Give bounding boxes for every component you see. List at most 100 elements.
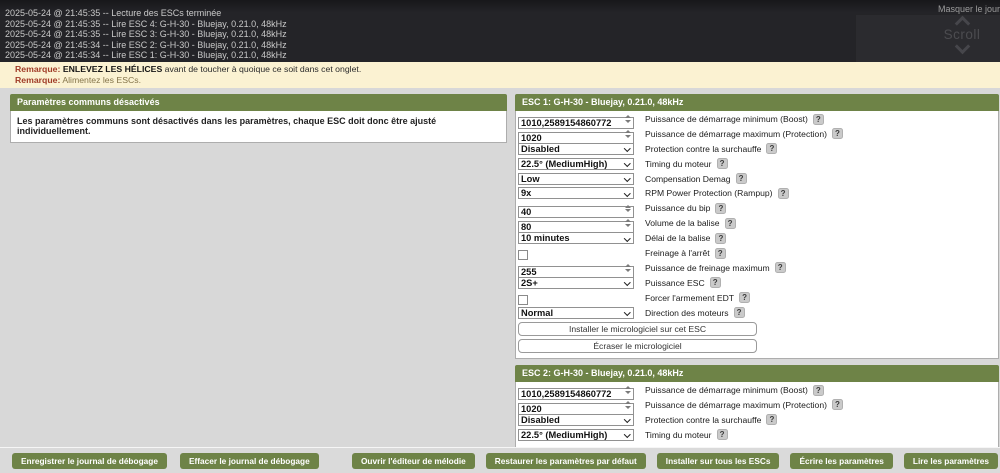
demag-compensation-select[interactable]: Low [518, 173, 634, 185]
chevron-down-icon [624, 145, 630, 151]
chevron-down-icon [624, 175, 630, 181]
spinner-icon[interactable] [624, 218, 632, 228]
help-icon[interactable]: ? [725, 218, 736, 229]
open-melody-editor-button[interactable]: Ouvrir l'éditeur de mélodie [352, 453, 475, 469]
field-row: 22.5° (MediumHigh) Timing du moteur ? [518, 158, 993, 170]
esc1-panel: ESC 1: G-H-30 - Bluejay, 0.21.0, 48kHz P… [515, 94, 999, 359]
note-emphasis: ENLEVEZ LES HÉLICES [63, 64, 162, 74]
field-label: Forcer l'armement EDT [645, 293, 734, 303]
help-icon[interactable]: ? [717, 158, 728, 169]
motor-timing-select[interactable]: 22.5° (MediumHigh) [518, 158, 634, 170]
field-row: 9x RPM Power Protection (Rampup) ? [518, 187, 993, 199]
chevron-down-icon [624, 235, 630, 241]
select-value: Disabled [521, 144, 560, 154]
esc2-panel: ESC 2: G-H-30 - Bluejay, 0.21.0, 48kHz P… [515, 365, 999, 448]
field-row: Normal Direction des moteurs ? [518, 307, 993, 319]
temperature-protection-select[interactable]: Disabled [518, 414, 634, 426]
select-value: Disabled [521, 415, 560, 425]
help-icon[interactable]: ? [715, 203, 726, 214]
spinner-icon[interactable] [624, 400, 632, 410]
field-label: Puissance du bip [645, 203, 710, 213]
select-value: 22.5° (MediumHigh) [521, 159, 607, 169]
help-icon[interactable]: ? [775, 262, 786, 273]
temperature-protection-select[interactable]: Disabled [518, 143, 634, 155]
chevron-down-icon [624, 160, 630, 166]
help-icon[interactable]: ? [710, 277, 721, 288]
spinner-icon[interactable] [624, 129, 632, 139]
field-row: Disabled Protection contre la surchauffe… [518, 143, 993, 155]
field-label: Protection contre la surchauffe [645, 144, 761, 154]
common-settings-title: Paramètres communs désactivés [10, 94, 507, 111]
field-row: 22.5° (MediumHigh) Timing du moteur ? [518, 429, 993, 441]
help-icon[interactable]: ? [813, 114, 824, 125]
esc1-title: ESC 1: G-H-30 - Bluejay, 0.21.0, 48kHz [515, 94, 999, 111]
field-label: Puissance de freinage maximum [645, 263, 770, 273]
help-icon[interactable]: ? [715, 233, 726, 244]
field-row: Puissance de démarrage minimum (Boost) ? [518, 113, 993, 125]
field-label: Puissance de démarrage maximum (Protecti… [645, 129, 827, 139]
log-scroll-indicator[interactable]: Scroll [936, 18, 988, 52]
field-label: Puissance de démarrage minimum (Boost) [645, 385, 808, 395]
motor-direction-select[interactable]: Normal [518, 307, 634, 319]
help-icon[interactable]: ? [717, 429, 728, 440]
chevron-down-icon [624, 309, 630, 315]
help-icon[interactable]: ? [832, 399, 843, 410]
help-icon[interactable]: ? [739, 292, 750, 303]
log-entry: 2025-05-24 @ 21:45:34 -- Lire ESC 1: G-H… [5, 50, 1000, 61]
help-icon[interactable]: ? [734, 307, 745, 318]
log-entry: 2025-05-24 @ 21:45:35 -- Lecture des ESC… [5, 8, 1000, 19]
field-label: Puissance de démarrage minimum (Boost) [645, 114, 808, 124]
select-value: 22.5° (MediumHigh) [521, 430, 607, 440]
common-settings-panel: Paramètres communs désactivés Les paramè… [10, 94, 507, 143]
field-row: Puissance de freinage maximum ? [518, 262, 993, 274]
warning-banner: Remarque: ENLEVEZ LES HÉLICES avant de t… [0, 62, 1000, 88]
help-icon[interactable]: ? [766, 143, 777, 154]
hide-log-link[interactable]: Masquer le journal [938, 4, 1000, 14]
help-icon[interactable]: ? [736, 173, 747, 184]
esc-power-select[interactable]: 2S+ [518, 277, 634, 289]
spinner-icon[interactable] [624, 263, 632, 273]
field-row: Puissance de démarrage maximum (Protecti… [518, 128, 993, 140]
beacon-delay-select[interactable]: 10 minutes [518, 232, 634, 244]
spinner-icon[interactable] [624, 385, 632, 395]
motor-timing-select[interactable]: 22.5° (MediumHigh) [518, 429, 634, 441]
flash-firmware-button[interactable]: Installer le micrologiciel sur cet ESC [518, 322, 757, 336]
overwrite-firmware-button[interactable]: Écraser le micrologiciel [518, 339, 757, 353]
note-text: avant de toucher à quoique ce soit dans … [162, 64, 361, 74]
read-settings-button[interactable]: Lire les paramètres [904, 453, 998, 469]
warning-note-2: Remarque: Alimentez les ESCs. [15, 75, 1000, 86]
select-value: 10 minutes [521, 233, 570, 243]
force-edt-arm-checkbox[interactable] [518, 295, 528, 305]
field-label: Timing du moteur [645, 430, 712, 440]
flash-all-escs-button[interactable]: Installer sur tous les ESCs [657, 453, 780, 469]
clear-debug-log-button[interactable]: Effacer le journal de débogage [180, 453, 319, 469]
warning-note-1: Remarque: ENLEVEZ LES HÉLICES avant de t… [15, 64, 1000, 75]
help-icon[interactable]: ? [813, 385, 824, 396]
brake-on-stop-checkbox[interactable] [518, 250, 528, 260]
action-bar: Enregistrer le journal de débogage Effac… [0, 447, 1000, 473]
restore-defaults-button[interactable]: Restaurer les paramètres par défaut [486, 453, 646, 469]
debug-log: 2025-05-24 @ 21:45:35 -- Lecture des ESC… [0, 0, 1000, 62]
field-label: Timing du moteur [645, 159, 712, 169]
rpm-power-protection-select[interactable]: 9x [518, 187, 634, 199]
note-label: Remarque: [15, 75, 60, 85]
field-label: Puissance ESC [645, 278, 705, 288]
save-debug-log-button[interactable]: Enregistrer le journal de débogage [12, 453, 167, 469]
write-settings-button[interactable]: Écrire les paramètres [790, 453, 892, 469]
field-row: Freinage à l'arrêt ? [518, 247, 993, 259]
help-icon[interactable]: ? [832, 128, 843, 139]
spinner-icon[interactable] [624, 203, 632, 213]
help-icon[interactable]: ? [715, 248, 726, 259]
help-icon[interactable]: ? [766, 414, 777, 425]
field-row: Puissance de démarrage minimum (Boost) ? [518, 384, 993, 396]
chevron-down-icon [624, 190, 630, 196]
field-label: Délai de la balise [645, 233, 710, 243]
select-value: 9x [521, 188, 531, 198]
field-row: Low Compensation Demag ? [518, 173, 993, 185]
help-icon[interactable]: ? [778, 188, 789, 199]
field-row: Forcer l'armement EDT ? [518, 292, 993, 304]
field-label: Puissance de démarrage maximum (Protecti… [645, 400, 827, 410]
chevron-down-icon [624, 416, 630, 422]
chevron-down-icon [624, 279, 630, 285]
spinner-icon[interactable] [624, 114, 632, 124]
